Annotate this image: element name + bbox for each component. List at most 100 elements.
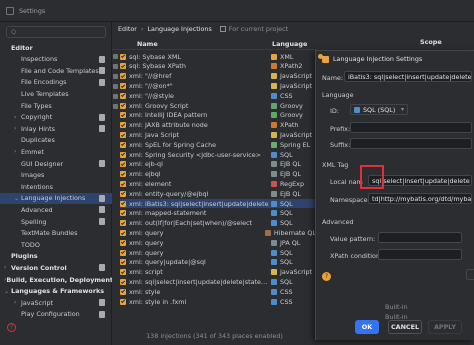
tree-item[interactable]: ⌄ Language Injections [0,192,112,204]
table-row[interactable]: xml: script JavaScript [120,268,316,277]
enabled-checkbox[interactable] [120,239,126,246]
apply-button[interactable]: APPLY [428,320,462,334]
enabled-checkbox[interactable] [120,102,126,109]
enabled-checkbox[interactable] [120,278,126,285]
enabled-checkbox[interactable] [120,63,126,70]
enabled-checkbox[interactable] [120,92,126,99]
table-row[interactable]: xml: query JPA QL [120,238,316,247]
table-row[interactable]: sql: Sybase XML XML [120,52,316,61]
table-row[interactable]: xml: out(If|for|Each|set|when)/@select SQ… [120,219,316,228]
tree-item[interactable]: Plugins [0,251,112,262]
column-scope[interactable]: Scope [420,38,442,46]
enabled-checkbox[interactable] [120,141,126,148]
enabled-checkbox[interactable] [120,190,126,197]
tree-item[interactable]: › Version Control [0,262,112,273]
tree-item[interactable]: ⌄ Languages & Frameworks [0,286,112,297]
ok-button[interactable]: OK [355,320,379,334]
table-row[interactable]: xml: "//@on*" JavaScript [120,81,316,90]
breadcrumb-parent[interactable]: Editor [118,25,137,33]
name-field[interactable]: iBatis3: sql|select|insert|update|delete [344,71,472,82]
table-row[interactable]: xml: ejbql EJB QL [120,170,316,179]
tree-item[interactable]: File Encodings [0,77,112,88]
table-row[interactable]: xml: style CSS [120,287,316,296]
tree-item[interactable]: TODO [0,239,112,250]
xpath-condition-field[interactable] [378,249,462,260]
enabled-checkbox[interactable] [120,220,126,227]
column-language[interactable]: Language [272,40,307,48]
cancel-button[interactable]: CANCEL [388,320,422,334]
enabled-checkbox[interactable] [120,269,126,276]
table-row[interactable]: xml: entity-query/@ejbql EJB QL [120,189,316,198]
enabled-checkbox[interactable] [120,122,126,129]
table-row[interactable]: xml: SpEL for Spring Cache Spring EL [120,140,316,149]
tree-item[interactable]: › JavaScript [0,297,112,308]
namespace-field[interactable]: td|http://mybatis.org/dtd/mybatis [368,193,472,204]
table-row[interactable]: xml: style in .fxml CSS [120,297,316,306]
copy-icon[interactable] [113,84,118,89]
enabled-checkbox[interactable] [120,229,126,236]
tree-item[interactable]: File Types [0,100,112,111]
tree-item[interactable]: › Inlay Hints [0,123,112,134]
enabled-checkbox[interactable] [120,151,126,158]
table-row[interactable]: xml: "//@href JavaScript [120,72,316,81]
tree-item[interactable]: Spelling [0,216,112,227]
table-row[interactable]: sql: Sybase XPath XPath2 [120,62,316,71]
enabled-checkbox[interactable] [120,288,126,295]
tree-item[interactable]: › Build, Execution, Deployment [0,274,113,285]
import-icon[interactable] [113,94,118,99]
tree-item[interactable]: › Emmet [0,146,112,157]
table-row[interactable]: xml: Spring Security <jdbc-user-service>… [120,150,316,159]
tree-item[interactable]: GUI Designer [0,158,112,169]
search-input[interactable]: Q [6,26,106,38]
table-row[interactable]: xml: query SQL [120,248,316,257]
enabled-checkbox[interactable] [120,131,126,138]
dialog-help-icon[interactable] [318,54,323,59]
table-row[interactable]: xml: IntelliJ IDEA pattern Groovy [120,111,316,120]
table-row[interactable]: xml: JAXB attribute node XPath [120,121,316,130]
help-icon[interactable]: ? [7,323,16,332]
enabled-checkbox[interactable] [120,180,126,187]
enabled-checkbox[interactable] [120,210,126,217]
tree-item[interactable]: Images [0,170,112,181]
tree-item[interactable]: Duplicates [0,135,112,146]
enabled-checkbox[interactable] [120,53,126,60]
column-name[interactable]: Name [137,40,158,48]
tree-item[interactable]: Advanced [0,204,112,215]
remove-icon[interactable] [113,64,118,69]
tree-item[interactable]: Play Configuration [0,309,112,320]
add-icon[interactable] [113,54,118,59]
edit-icon[interactable] [113,74,118,79]
enabled-checkbox[interactable] [120,82,126,89]
tree-item[interactable]: › Copyright [0,112,112,123]
table-row[interactable]: xml: query|update|@sql SQL [120,258,316,267]
tree-item[interactable]: Live Templates [0,88,112,99]
table-row[interactable]: xml: Java Script JavaScript [120,130,316,139]
value-pattern-field[interactable] [378,232,462,243]
enabled-checkbox[interactable] [120,259,126,266]
table-row[interactable]: xml: iBatis3: sql|select|insert|update|d… [120,199,316,209]
table-row[interactable]: xml: query Hibernate QL [120,228,316,237]
dialog-help-button[interactable]: ? [322,272,331,281]
suffix-field[interactable] [350,138,472,149]
enabled-checkbox[interactable] [120,298,126,305]
table-row[interactable]: xml: ejb-ql EJB QL [120,160,316,169]
table-row[interactable]: xml: mapped-statement SQL [120,209,316,218]
enabled-checkbox[interactable] [120,73,126,80]
tree-item[interactable]: Editor [0,42,112,53]
table-row[interactable]: xml: Groovy Script Groovy [120,101,316,110]
enabled-checkbox[interactable] [120,171,126,178]
table-row[interactable]: xml: "//@style CSS [120,91,316,100]
enabled-checkbox[interactable] [120,249,126,256]
export-icon[interactable] [113,104,118,109]
enabled-checkbox[interactable] [120,161,126,168]
table-row[interactable]: xml: element RegExp [120,179,316,188]
tree-item[interactable]: Inspections [0,54,112,65]
table-row[interactable]: xml: sql|select|insert|update|delete|sta… [120,277,316,286]
tree-item[interactable]: File and Code Templates [0,65,112,76]
language-id-select[interactable]: SQL (SQL) ▾ [350,104,408,115]
enabled-checkbox[interactable] [120,200,126,207]
tree-item[interactable]: TextMate Bundles [0,228,112,239]
prefix-field[interactable] [350,122,472,133]
tree-item[interactable]: Intentions [0,181,112,192]
enabled-checkbox[interactable] [120,112,126,119]
